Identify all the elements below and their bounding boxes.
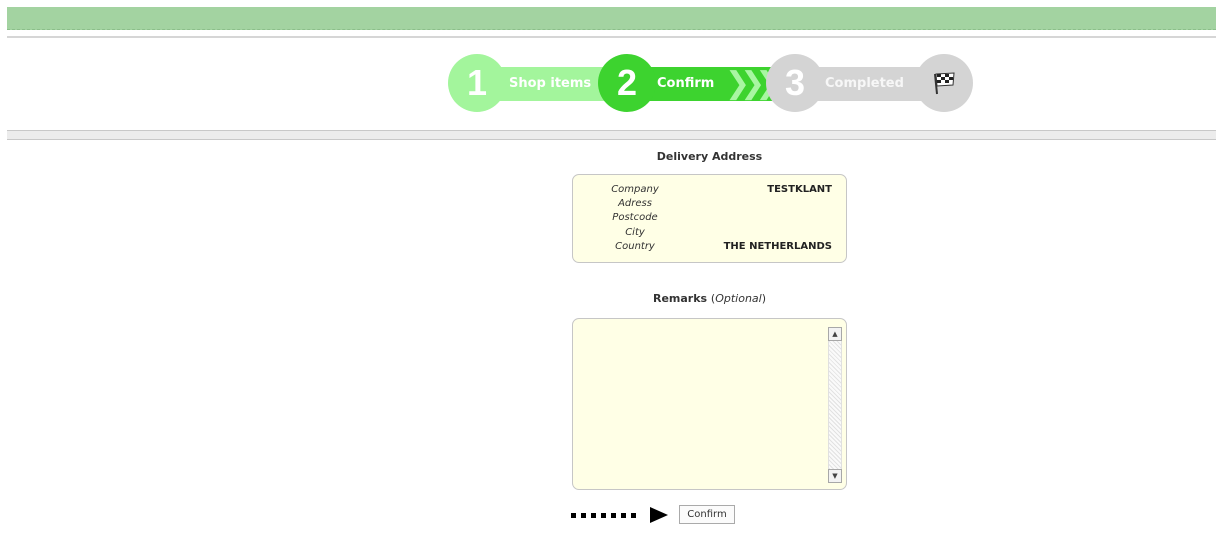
remarks-label: Remarks xyxy=(652,292,708,305)
checkout-progress: 1 Shop items 2 Confirm ❯❯❯ 3 Completed xyxy=(447,54,977,114)
address-label: City xyxy=(625,226,645,238)
address-labels: Company Adress Postcode City Country xyxy=(595,183,675,254)
address-label: Postcode xyxy=(612,212,658,224)
address-values: TESTKLANT THE NETHERLANDS xyxy=(682,183,832,254)
checkered-flag-icon xyxy=(915,54,973,112)
delivery-address-panel: Company Adress Postcode City Country TES… xyxy=(572,174,847,263)
remarks-paren-close: ) xyxy=(761,292,767,305)
remarks-title: Remarks (Optional) xyxy=(572,292,847,305)
address-value xyxy=(682,197,832,211)
remarks-panel: ▲ ▼ xyxy=(572,318,847,490)
scroll-up-icon[interactable]: ▲ xyxy=(828,327,842,341)
address-label: Country xyxy=(615,240,655,252)
address-value: THE NETHERLANDS xyxy=(723,240,832,252)
step-3-label: Completed xyxy=(825,76,904,91)
remarks-optional: Optional xyxy=(715,292,762,305)
step-1-number: 1 xyxy=(448,54,506,112)
scroll-down-icon[interactable]: ▼ xyxy=(828,469,842,483)
header-bar xyxy=(7,7,1216,30)
step-3-number: 3 xyxy=(766,54,824,112)
step-1-label: Shop items xyxy=(509,76,592,91)
dotted-arrow-icon xyxy=(571,507,668,523)
remarks-scrollbar[interactable]: ▲ ▼ xyxy=(828,327,842,483)
chevron-arrows-icon: ❯❯❯ xyxy=(725,66,781,101)
step-2-label: Confirm xyxy=(657,76,715,91)
address-label: Adress xyxy=(618,198,652,210)
remarks-textarea[interactable] xyxy=(579,325,827,487)
confirm-button[interactable]: Confirm xyxy=(679,505,735,524)
step-2-number: 2 xyxy=(598,54,656,112)
address-label: Company xyxy=(611,184,659,195)
address-value xyxy=(682,226,832,240)
header-divider xyxy=(7,36,1216,38)
delivery-address-title: Delivery Address xyxy=(656,150,763,163)
section-divider xyxy=(7,130,1216,140)
address-value: TESTKLANT xyxy=(767,184,832,195)
address-value xyxy=(682,211,832,225)
